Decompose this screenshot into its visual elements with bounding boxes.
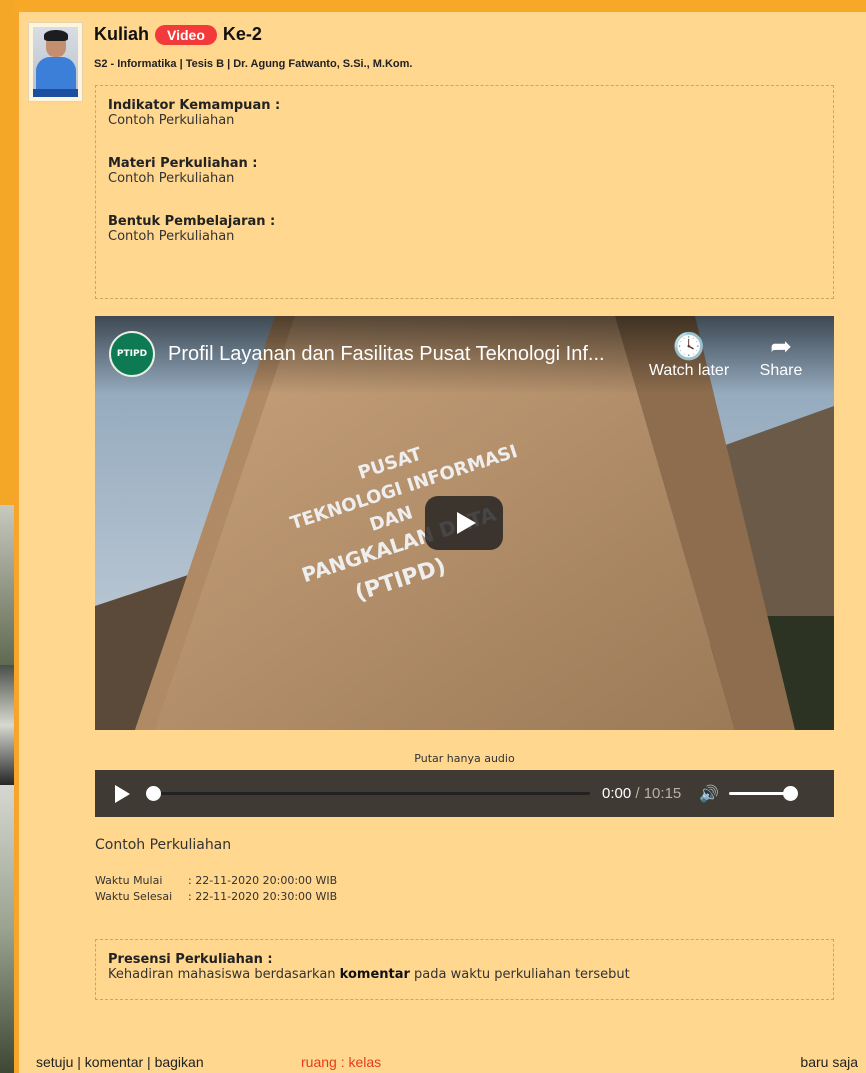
- background-photo-strip: [0, 0, 14, 1073]
- info-value: Contoh Perkuliahan: [108, 113, 235, 128]
- attendance-box: Presensi Perkuliahan : Kehadiran mahasis…: [95, 939, 834, 1000]
- info-label: Materi Perkuliahan :: [108, 156, 258, 171]
- audio-time-separator: /: [631, 785, 644, 802]
- attendance-title: Presensi Perkuliahan :: [108, 952, 273, 967]
- lecturer-photo: [33, 27, 78, 97]
- start-time-value: : 22-11-2020 20:00:00 WIB: [188, 874, 338, 887]
- room-link[interactable]: ruang : kelas: [301, 1054, 381, 1070]
- video-play-button[interactable]: [425, 496, 503, 550]
- action-separator: |: [73, 1054, 85, 1070]
- lecture-schedule: Waktu Mulai : 22-11-2020 20:00:00 WIB Wa…: [95, 873, 337, 905]
- avatar[interactable]: [28, 22, 83, 102]
- post-actions: setuju | komentar | bagikan: [36, 1054, 204, 1070]
- clock-icon: 🕓: [672, 331, 706, 361]
- info-value: Contoh Perkuliahan: [108, 229, 235, 244]
- channel-logo[interactable]: PTIPD: [109, 331, 155, 377]
- audio-only-caption: Putar hanya audio: [414, 752, 515, 765]
- audio-time: 0:00 / 10:15: [602, 785, 681, 802]
- audio-seek-handle[interactable]: [146, 786, 161, 801]
- end-time-label: Waktu Selesai: [95, 890, 173, 903]
- lecture-post-card: Kuliah Video Ke-2 S2 - Informatika | Tes…: [14, 12, 866, 1073]
- attendance-text-before: Kehadiran mahasiswa berdasarkan: [108, 967, 340, 982]
- title-suffix: Ke-2: [222, 24, 262, 44]
- attendance-text: Kehadiran mahasiswa berdasarkan komentar…: [108, 967, 821, 983]
- post-timestamp: baru saja: [800, 1054, 858, 1070]
- info-value: Contoh Perkuliahan: [108, 171, 235, 186]
- share-label: Share: [759, 362, 803, 379]
- lecture-description: Contoh Perkuliahan: [95, 837, 232, 853]
- audio-play-icon[interactable]: [115, 784, 130, 803]
- course-subtitle: S2 - Informatika | Tesis B | Dr. Agung F…: [94, 58, 413, 70]
- end-time-value: : 22-11-2020 20:30:00 WIB: [188, 890, 338, 903]
- info-label: Indikator Kemampuan :: [108, 98, 281, 113]
- info-item-ability: Indikator Kemampuan : Contoh Perkuliahan: [108, 98, 821, 128]
- share-link[interactable]: bagikan: [155, 1054, 204, 1070]
- title-prefix: Kuliah: [94, 24, 150, 44]
- audio-player: 0:00 / 10:15 🔊: [95, 770, 834, 817]
- agree-link[interactable]: setuju: [36, 1054, 73, 1070]
- youtube-video-player[interactable]: PUSAT TEKNOLOGI INFORMASI DAN PANGKALAN …: [95, 316, 834, 730]
- video-title[interactable]: Profil Layanan dan Fasilitas Pusat Tekno…: [168, 343, 605, 366]
- attendance-text-bold: komentar: [339, 967, 410, 982]
- share-button[interactable]: ➦ Share: [736, 330, 826, 380]
- watch-later-label: Watch later: [648, 362, 730, 379]
- channel-logo-text: PTIPD: [116, 349, 148, 359]
- info-item-material: Materi Perkuliahan : Contoh Perkuliahan: [108, 156, 821, 186]
- comment-link[interactable]: komentar: [85, 1054, 143, 1070]
- audio-duration: 10:15: [643, 785, 682, 802]
- watch-later-button[interactable]: 🕓 Watch later: [644, 330, 734, 380]
- action-separator: |: [143, 1054, 155, 1070]
- start-time-label: Waktu Mulai: [95, 874, 163, 887]
- audio-seek-bar[interactable]: [146, 786, 590, 801]
- info-item-learning-form: Bentuk Pembelajaran : Contoh Perkuliahan: [108, 214, 821, 244]
- share-arrow-icon: ➦: [770, 331, 792, 361]
- attendance-text-after: pada waktu perkuliahan tersebut: [409, 967, 630, 982]
- video-badge: Video: [155, 24, 217, 45]
- volume-slider[interactable]: [729, 786, 799, 801]
- post-title: Kuliah Video Ke-2: [94, 24, 262, 45]
- audio-current-time: 0:00: [602, 785, 632, 802]
- play-icon: [456, 512, 476, 534]
- volume-handle[interactable]: [783, 786, 799, 801]
- volume-icon[interactable]: 🔊: [699, 784, 719, 803]
- info-label: Bentuk Pembelajaran :: [108, 214, 276, 229]
- lecture-info-box: Indikator Kemampuan : Contoh Perkuliahan…: [95, 85, 834, 299]
